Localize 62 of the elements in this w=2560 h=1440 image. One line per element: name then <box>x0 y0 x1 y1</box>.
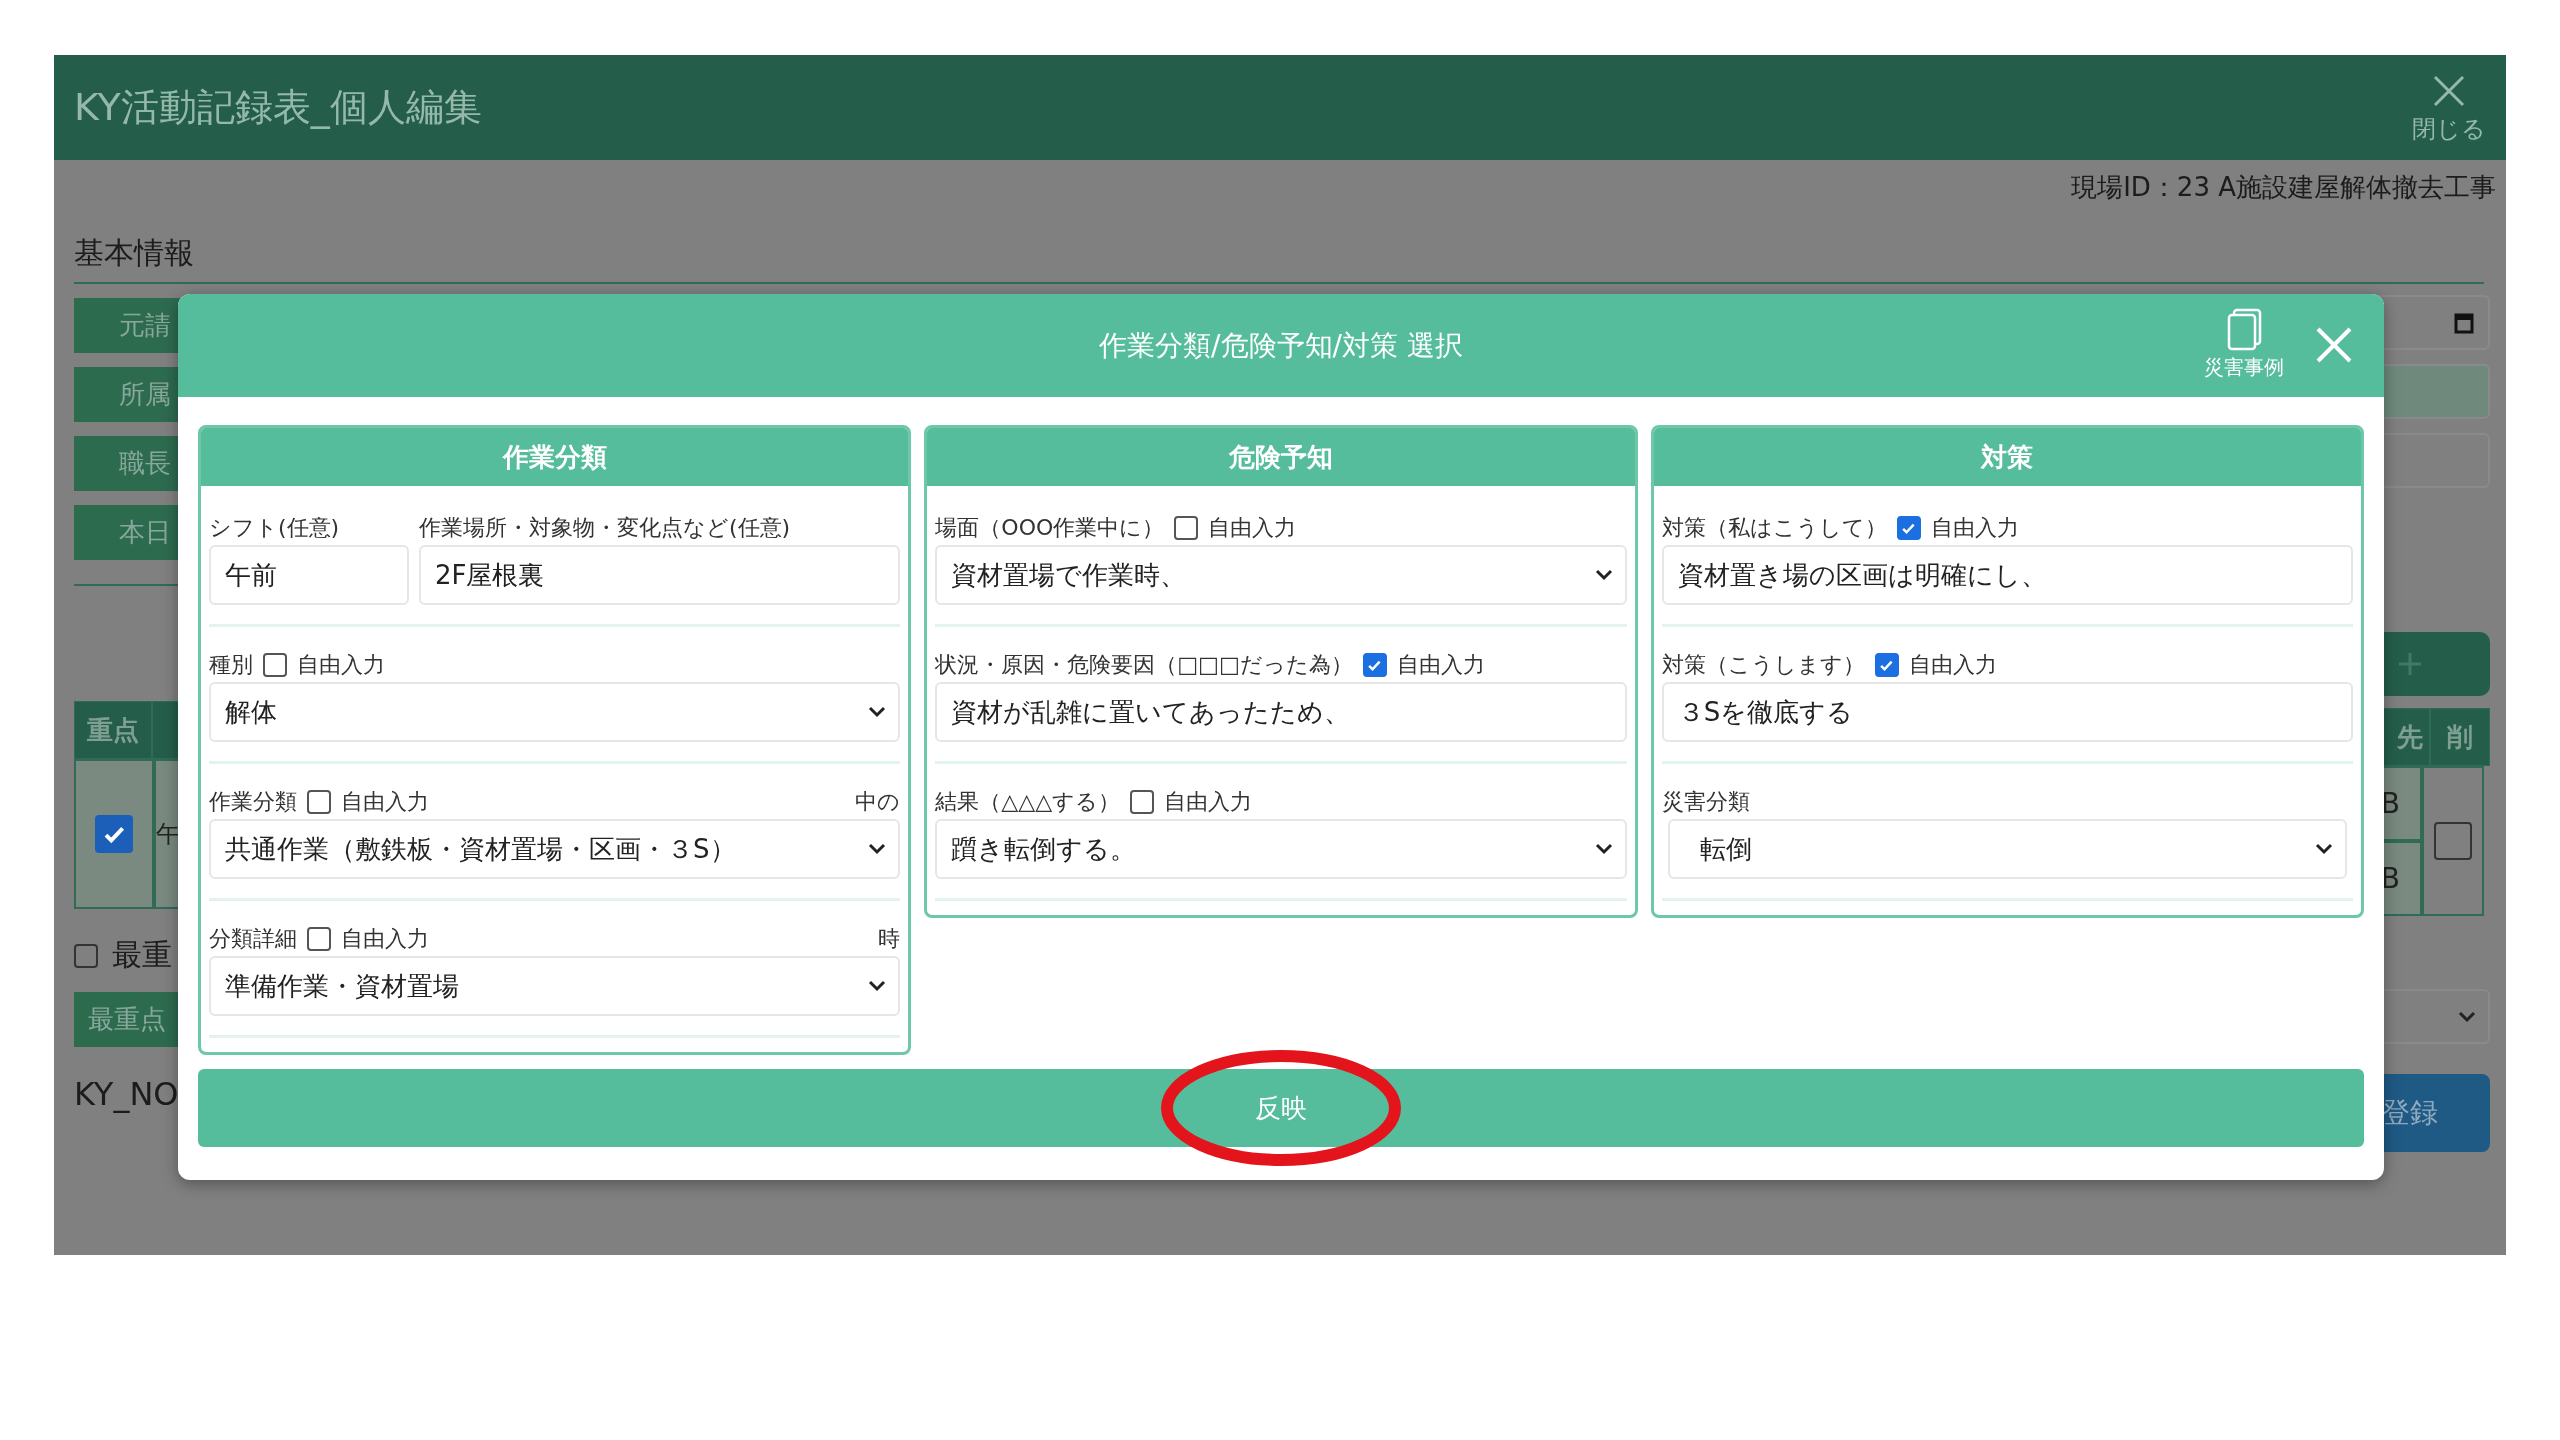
field-label: 結果（△△△する） <box>935 788 1121 816</box>
chevron-down-icon <box>2315 843 2333 855</box>
chevron-down-icon <box>868 980 887 992</box>
chevron-down-icon <box>1594 569 1613 581</box>
field-label: 災害分類 <box>1661 788 1750 816</box>
checkbox[interactable] <box>2434 822 2472 860</box>
checkbox-label: 自由入力 <box>1164 788 1253 816</box>
field-label: シフト(任意) <box>209 514 340 542</box>
field-label: 分類詳細 <box>209 925 297 953</box>
page-title: KY活動記録表_個人編集 <box>74 84 482 131</box>
field-label: 作業場所・対象物・変化点など(任意) <box>419 514 791 542</box>
input-field[interactable]: 2F屋根裏 <box>419 545 901 605</box>
checkbox-label: 自由入力 <box>341 925 429 953</box>
field-label: 作業分類 <box>209 788 297 816</box>
site-id: 現場ID：23 A施設建屋解体撤去工事 <box>2071 171 2496 204</box>
input-field[interactable]: 午前 <box>209 545 409 605</box>
checkbox[interactable] <box>1896 516 1921 540</box>
field-note: 時 <box>878 925 901 953</box>
input-field[interactable]: 資材置き場の区画は明確にし、 <box>1661 545 2353 605</box>
checkbox-label: 自由入力 <box>1930 514 2019 542</box>
chevron-down-icon <box>868 706 887 718</box>
field-label: 対策（私はこうして） <box>1661 514 1887 542</box>
chevron-down-icon <box>868 843 887 855</box>
checkbox[interactable] <box>95 815 133 853</box>
input-field[interactable]: 資材が乱雑に置いてあったため、 <box>935 682 1627 742</box>
calendar-icon <box>2454 311 2474 334</box>
select-field[interactable]: 資材置場で作業時、 <box>935 545 1627 605</box>
table-header: 重点 <box>74 701 152 759</box>
ky-no-label: KY_NO <box>74 1075 180 1113</box>
chevron-down-icon <box>1594 843 1613 855</box>
checkbox-label: 最重 <box>112 936 172 974</box>
select-field[interactable]: 共通作業（敷鉄板・資材置場・区画・３S） <box>209 819 901 879</box>
input-field[interactable]: ３Sを徹底する <box>1661 682 2353 742</box>
field-label: 場面（OOO作業中に） <box>935 514 1165 542</box>
field-label: 対策（こうします） <box>1661 651 1865 679</box>
plus-icon <box>2397 651 2423 677</box>
chevron-down-icon <box>2458 1010 2476 1023</box>
section-title: 基本情報 <box>74 233 2484 284</box>
checkbox[interactable] <box>1874 653 1899 677</box>
checkbox[interactable] <box>263 653 287 677</box>
field-label: 状況・原因・危険要因（□□□だった為） <box>935 651 1353 679</box>
select-field[interactable]: 転倒 <box>1667 819 2347 879</box>
checkbox[interactable] <box>1174 516 1199 540</box>
panel-title: 対策 <box>1653 428 2361 486</box>
panel-title: 作業分類 <box>201 428 909 486</box>
field-label: 種別 <box>209 651 253 679</box>
select-field[interactable]: 解体 <box>209 682 901 742</box>
checkbox-label: 自由入力 <box>1908 651 1997 679</box>
checkbox-label: 自由入力 <box>297 651 385 679</box>
select-field[interactable]: 躓き転倒する。 <box>935 819 1627 879</box>
dialog-title: 作業分類/危険予知/対策 選択 <box>1099 327 1463 364</box>
table-header: 削 <box>2430 708 2490 766</box>
checkbox[interactable] <box>74 943 98 968</box>
checkbox[interactable] <box>1130 790 1155 814</box>
checkbox[interactable] <box>307 790 331 814</box>
checkbox[interactable] <box>1362 653 1387 677</box>
checkbox-label: 自由入力 <box>1208 514 1297 542</box>
checkbox[interactable] <box>307 927 331 951</box>
select-field[interactable]: 準備作業・資材置場 <box>209 956 901 1016</box>
panel-title: 危険予知 <box>927 428 1635 486</box>
checkbox-label: 自由入力 <box>1396 651 1485 679</box>
field-note: 中の <box>855 788 901 816</box>
